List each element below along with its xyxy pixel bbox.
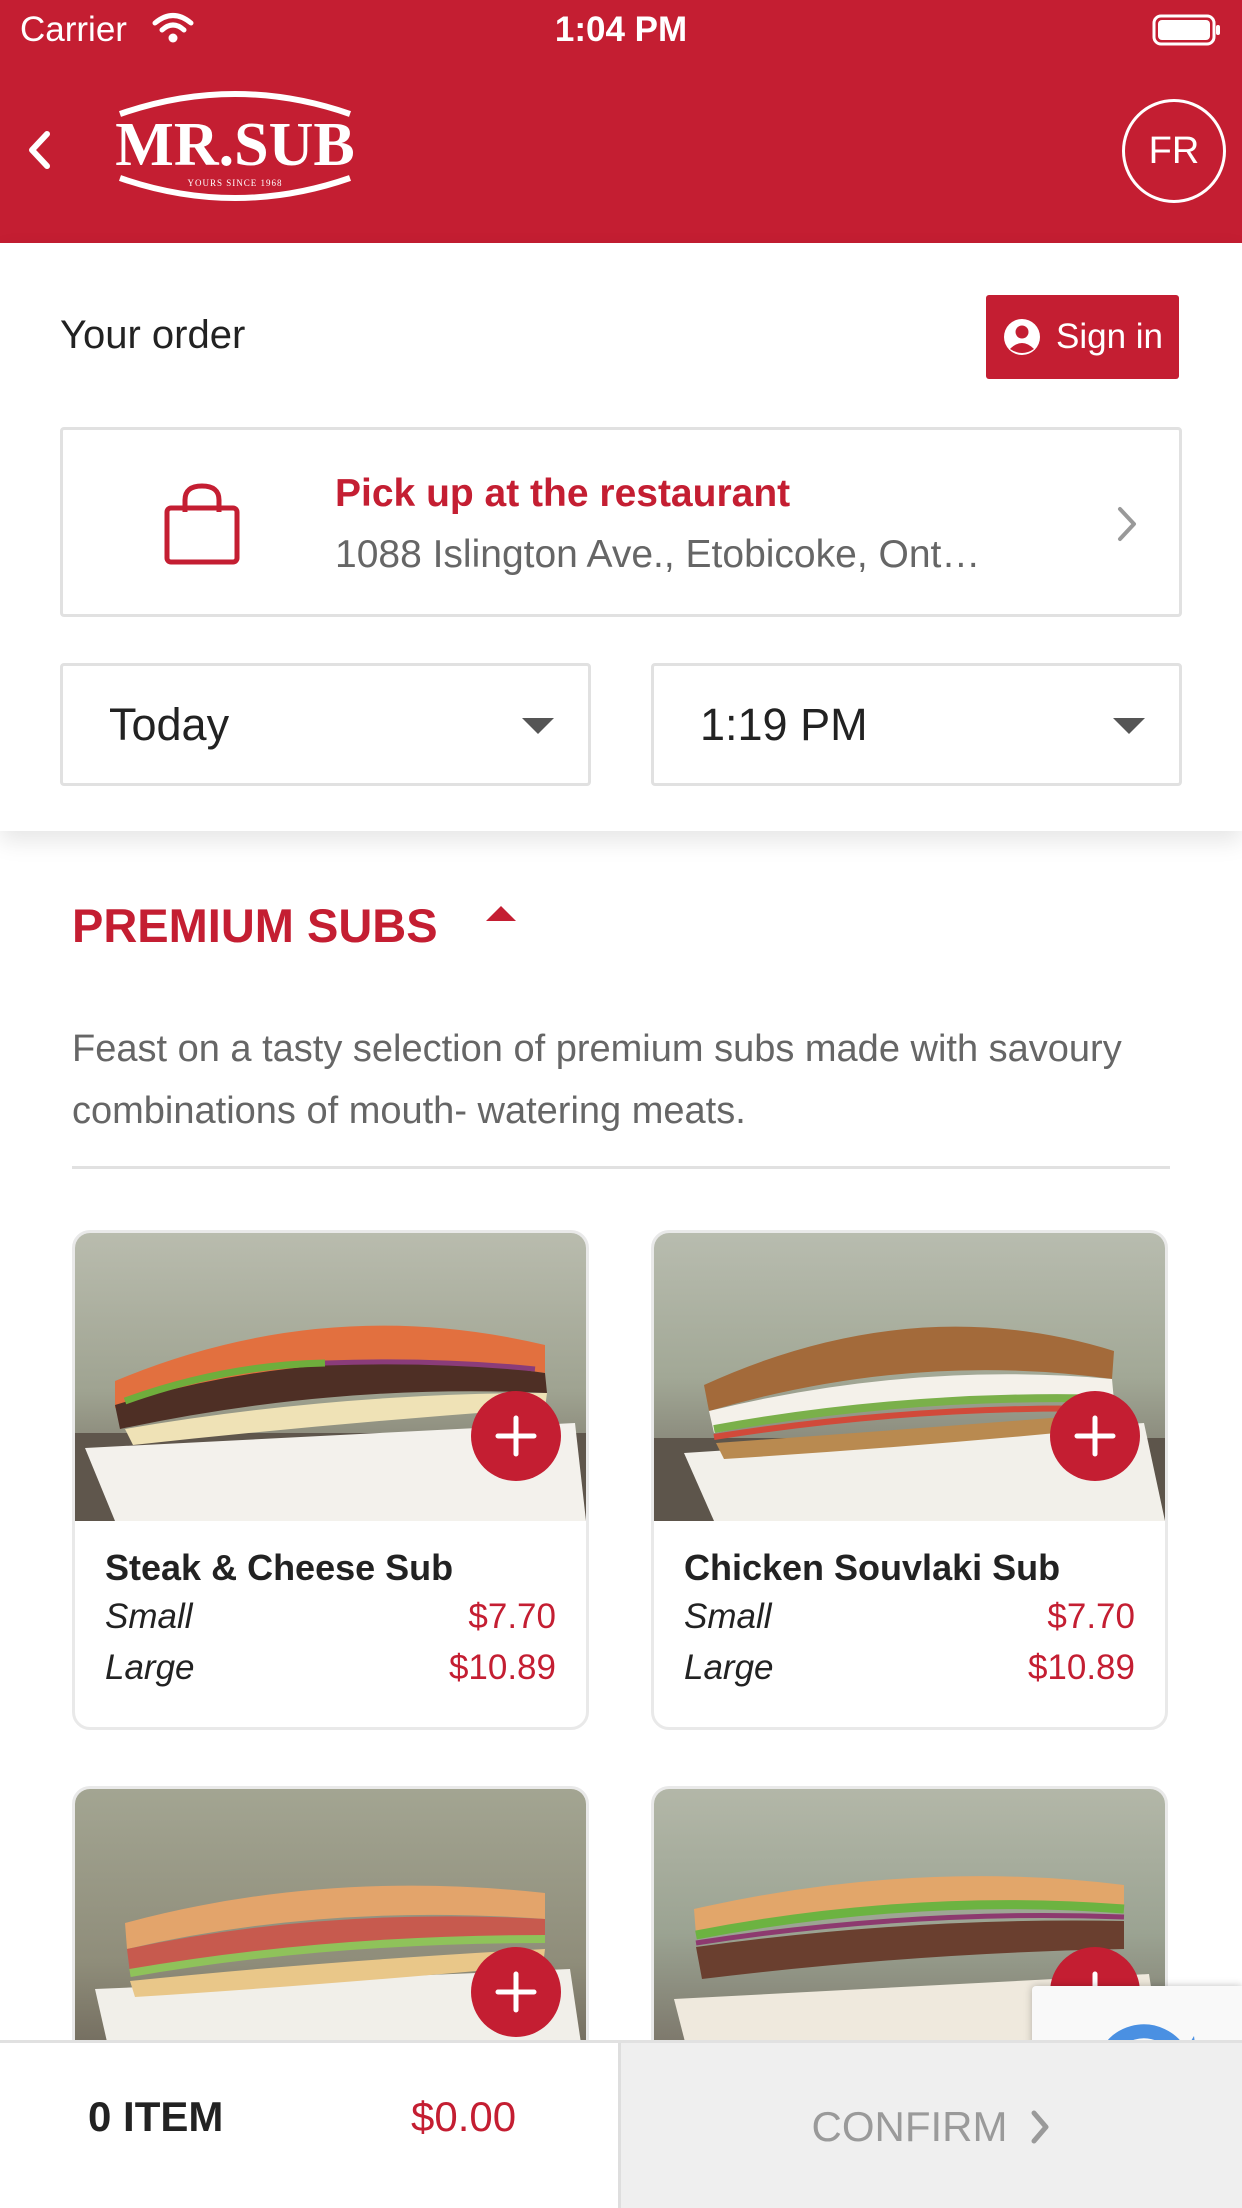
size-label: Small	[105, 1597, 193, 1636]
size-row-small[interactable]: Small $7.70	[684, 1597, 1135, 1637]
pickup-title: Pick up at the restaurant	[335, 472, 791, 515]
cart-total: $0.00	[411, 2093, 517, 2140]
plus-icon	[1074, 1415, 1116, 1457]
pickup-day-select[interactable]: Today	[60, 663, 591, 786]
product-name: Steak & Cheese Sub	[105, 1547, 454, 1588]
sign-in-button[interactable]: Sign in	[986, 295, 1179, 379]
caret-down-icon	[1113, 718, 1145, 734]
size-price: $10.89	[448, 1648, 556, 1687]
logo-tagline: YOURS SINCE 1968	[187, 178, 282, 188]
pickup-time-select[interactable]: 1:19 PM	[651, 663, 1182, 786]
chevron-right-icon	[1031, 2110, 1049, 2144]
pickup-time-value: 1:19 PM	[700, 699, 868, 750]
cart-item-count: 0 ITEM	[88, 2093, 224, 2140]
product-card[interactable]: Chicken Souvlaki Sub Small $7.70 Large $…	[651, 1230, 1168, 1730]
app-header: Carrier 1:04 PM MR.SUB YOURS SINCE 1968	[0, 0, 1242, 243]
plus-icon	[495, 1971, 537, 2013]
size-label: Large	[684, 1648, 774, 1687]
order-panel: Your order Sign in Pick up at the restau…	[0, 243, 1242, 831]
size-row-large[interactable]: Large $10.89	[684, 1648, 1135, 1688]
app-screen: Carrier 1:04 PM MR.SUB YOURS SINCE 1968	[0, 0, 1242, 2208]
back-button[interactable]	[14, 120, 64, 180]
mr-sub-logo[interactable]: MR.SUB YOURS SINCE 1968	[104, 82, 366, 210]
category-description: Feast on a tasty selection of premium su…	[72, 1028, 1122, 1132]
confirm-button[interactable]: CONFIRM	[618, 2043, 1242, 2208]
product-name: Chicken Souvlaki Sub	[684, 1547, 1061, 1588]
size-label: Large	[105, 1648, 195, 1687]
size-row-large[interactable]: Large $10.89	[105, 1648, 556, 1688]
divider	[72, 1166, 1170, 1169]
chevron-right-icon	[1118, 507, 1136, 541]
product-card[interactable]: Steak & Cheese Sub Small $7.70 Large $10…	[72, 1230, 589, 1730]
shopping-bag-icon	[164, 483, 240, 565]
add-to-order-button[interactable]	[471, 1391, 561, 1481]
add-to-order-button[interactable]	[471, 1947, 561, 2037]
product-image	[654, 1233, 1165, 1521]
size-price: $7.70	[1047, 1597, 1135, 1636]
add-to-order-button[interactable]	[1050, 1391, 1140, 1481]
user-circle-icon	[1003, 319, 1040, 355]
pickup-location-card[interactable]: Pick up at the restaurant 1088 Islington…	[60, 427, 1182, 617]
collapse-caret-icon[interactable]	[486, 906, 516, 921]
cart-bottom-bar: 0 ITEM $0.00 CONFIRM	[0, 2040, 1242, 2208]
status-bar: Carrier 1:04 PM	[0, 0, 1242, 62]
size-price: $10.89	[1027, 1648, 1135, 1687]
order-title: Your order	[60, 313, 246, 357]
logo-text: MR.SUB	[115, 111, 354, 179]
pickup-day-value: Today	[109, 699, 230, 750]
pickup-address: 1088 Islington Ave., Etobicoke, Ont…	[335, 533, 981, 576]
category-title[interactable]: PREMIUM SUBS	[72, 898, 438, 953]
size-label: Small	[684, 1597, 772, 1636]
sign-in-label: Sign in	[1055, 317, 1164, 356]
chevron-left-icon	[29, 131, 50, 169]
size-price: $7.70	[468, 1597, 556, 1636]
confirm-label: CONFIRM	[811, 2103, 1008, 2150]
language-toggle-button[interactable]: FR	[1122, 99, 1226, 203]
size-row-small[interactable]: Small $7.70	[105, 1597, 556, 1637]
battery-icon	[1152, 14, 1220, 46]
product-image	[75, 1233, 586, 1521]
plus-icon	[495, 1415, 537, 1457]
product-image	[75, 1789, 586, 2077]
caret-down-icon	[522, 718, 554, 734]
status-time: 1:04 PM	[554, 10, 688, 49]
